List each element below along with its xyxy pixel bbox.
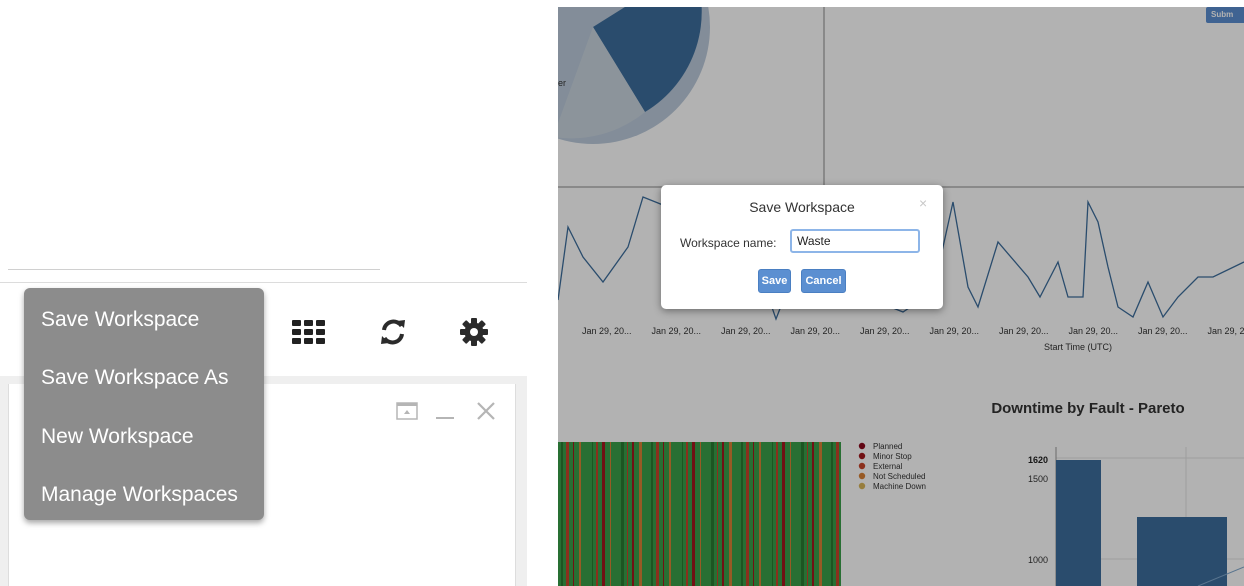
- workspace-name-input[interactable]: [790, 229, 920, 253]
- menu-item-manage-workspaces[interactable]: Manage Workspaces: [41, 483, 238, 507]
- menu-item-new-workspace[interactable]: New Workspace: [41, 425, 194, 449]
- save-workspace-dialog: Save Workspace × Workspace name: Save Ca…: [661, 185, 943, 309]
- restore-icon[interactable]: [396, 402, 418, 420]
- workspace-name-label: Workspace name:: [680, 236, 777, 250]
- cancel-button[interactable]: Cancel: [801, 269, 846, 293]
- menu-item-save-workspace-as[interactable]: Save Workspace As: [41, 366, 229, 390]
- dialog-title: Save Workspace: [749, 199, 855, 215]
- gear-icon[interactable]: [458, 316, 490, 348]
- refresh-icon[interactable]: [377, 316, 409, 348]
- workspace-menu: Save Workspace Save Workspace As New Wor…: [24, 288, 264, 520]
- divider-line: [8, 269, 380, 270]
- minimize-icon[interactable]: [434, 402, 456, 420]
- close-icon[interactable]: ×: [919, 195, 927, 211]
- menu-item-save-workspace[interactable]: Save Workspace: [41, 308, 199, 332]
- right-screenshot: er Subm Jan 29, 20... Jan 29, 20... Jan 29…: [558, 7, 1244, 586]
- close-icon[interactable]: [475, 400, 497, 422]
- grid-icon[interactable]: [292, 320, 326, 344]
- left-screenshot: Save Workspace Save Workspace As New Wor…: [0, 0, 540, 586]
- save-button[interactable]: Save: [758, 269, 791, 293]
